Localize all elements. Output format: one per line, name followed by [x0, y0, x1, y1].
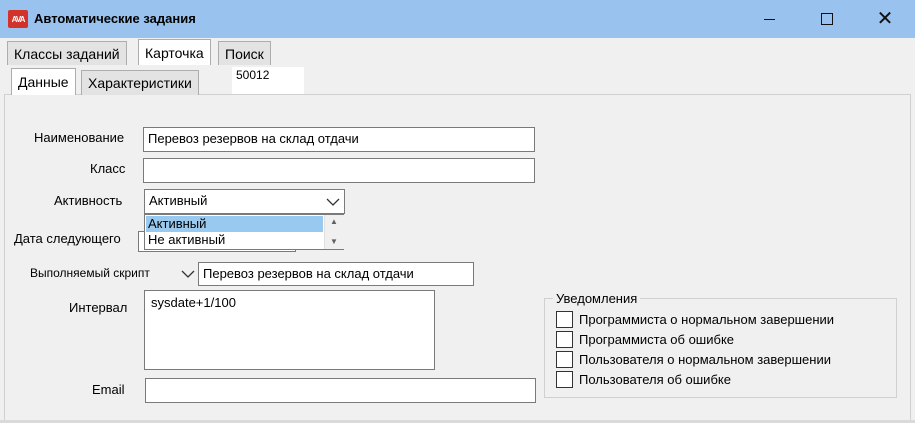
- checkbox-label: Программиста об ошибке: [579, 332, 735, 347]
- interval-label: Интервал: [69, 300, 128, 315]
- tab-label: Данные: [18, 74, 69, 90]
- tab-label: Карточка: [145, 44, 204, 61]
- maximize-icon: [821, 13, 833, 25]
- chevron-down-icon[interactable]: [320, 189, 345, 214]
- class-label: Класс: [90, 161, 126, 176]
- script-input[interactable]: Перевоз резервов на склад отдачи: [198, 262, 474, 286]
- tab-data[interactable]: Данные: [11, 68, 76, 95]
- script-label: Выполняемый скрипт: [30, 266, 150, 280]
- tab-label: Характеристики: [88, 75, 192, 91]
- checkbox-label: Пользователя об ошибке: [579, 372, 731, 387]
- close-icon: ✕: [876, 8, 894, 30]
- notify-programmer-success[interactable]: Программиста о нормальном завершении: [556, 311, 834, 328]
- notifications-title: Уведомления: [553, 291, 641, 306]
- checkbox-label: Пользователя о нормальном завершении: [579, 352, 831, 367]
- notify-user-error[interactable]: Пользователя об ошибке: [556, 371, 731, 388]
- scroll-up-icon[interactable]: ▲: [330, 217, 338, 226]
- dropdown-option[interactable]: Не активный: [146, 232, 323, 248]
- window-title: Автоматические задания: [34, 11, 196, 26]
- minimize-button[interactable]: [740, 0, 798, 38]
- tab-job-classes[interactable]: Классы заданий: [7, 41, 127, 65]
- scroll-down-icon[interactable]: ▼: [330, 237, 338, 246]
- tab-card[interactable]: Карточка: [138, 39, 211, 65]
- activity-dropdown-list[interactable]: Активный Не активный ▲ ▼: [144, 214, 344, 250]
- record-id: 50012: [232, 67, 304, 94]
- checkbox[interactable]: [556, 331, 573, 348]
- checkbox[interactable]: [556, 371, 573, 388]
- close-button[interactable]: ✕: [856, 0, 914, 38]
- tab-characteristics[interactable]: Характеристики: [81, 70, 199, 95]
- app-logo-icon: AVA: [8, 10, 28, 28]
- email-input[interactable]: [145, 378, 536, 403]
- dropdown-option[interactable]: Активный: [146, 216, 323, 232]
- app-logo-text: AVA: [11, 14, 26, 24]
- email-label: Email: [92, 382, 125, 397]
- notify-programmer-error[interactable]: Программиста об ошибке: [556, 331, 734, 348]
- activity-select[interactable]: Активный: [144, 189, 345, 214]
- name-input[interactable]: Перевоз резервов на склад отдачи: [143, 127, 535, 152]
- activity-label: Активность: [54, 193, 123, 208]
- next-date-label: Дата следующего: [14, 231, 121, 246]
- tab-label: Поиск: [225, 45, 264, 62]
- tab-label: Классы заданий: [14, 45, 120, 62]
- class-input[interactable]: [143, 158, 535, 183]
- notify-user-success[interactable]: Пользователя о нормальном завершении: [556, 351, 831, 368]
- dropdown-scrollbar[interactable]: ▲ ▼: [324, 215, 344, 249]
- chevron-down-icon[interactable]: [178, 262, 198, 286]
- maximize-button[interactable]: [798, 0, 856, 38]
- name-label: Наименование: [34, 130, 125, 145]
- interval-textarea[interactable]: sysdate+1/100: [144, 290, 435, 370]
- checkbox[interactable]: [556, 351, 573, 368]
- minimize-icon: [763, 18, 775, 20]
- checkbox[interactable]: [556, 311, 573, 328]
- checkbox-label: Программиста о нормальном завершении: [579, 312, 835, 327]
- tab-search[interactable]: Поиск: [218, 41, 271, 65]
